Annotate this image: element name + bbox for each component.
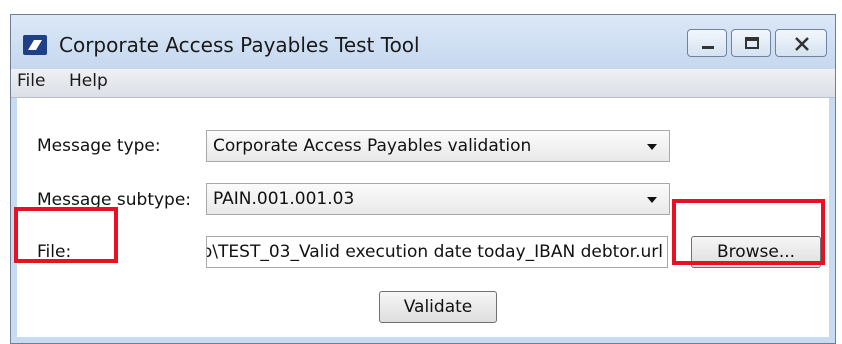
highlight-box-browse <box>672 199 825 265</box>
minimize-button[interactable] <box>687 29 727 57</box>
menu-bar: File Help <box>11 69 835 98</box>
close-button[interactable] <box>775 29 827 57</box>
minimize-icon <box>702 46 714 49</box>
chevron-down-icon <box>647 197 657 203</box>
message-type-value: Corporate Access Payables validation <box>213 136 532 156</box>
validate-button[interactable]: Validate <box>379 291 497 323</box>
app-window: Corporate Access Payables Test Tool File… <box>10 14 836 344</box>
app-logo-icon <box>23 35 47 55</box>
title-bar[interactable]: Corporate Access Payables Test Tool <box>11 15 835 69</box>
file-path-input[interactable]: np\TEST_03_Valid execution date today_IB… <box>206 236 668 268</box>
maximize-button[interactable] <box>731 29 771 57</box>
file-path-value: np\TEST_03_Valid execution date today_IB… <box>206 242 663 262</box>
message-subtype-value: PAIN.001.001.03 <box>213 189 355 209</box>
highlight-box-file-label <box>14 207 118 263</box>
message-subtype-select[interactable]: PAIN.001.001.03 <box>206 183 670 215</box>
message-type-label: Message type: <box>37 136 161 156</box>
menu-file[interactable]: File <box>17 71 45 91</box>
message-type-select[interactable]: Corporate Access Payables validation <box>206 130 670 162</box>
maximize-icon <box>745 37 759 49</box>
window-controls <box>687 29 827 57</box>
chevron-down-icon <box>647 144 657 150</box>
window-title: Corporate Access Payables Test Tool <box>59 33 420 57</box>
close-icon <box>795 37 809 51</box>
menu-help[interactable]: Help <box>69 71 108 91</box>
